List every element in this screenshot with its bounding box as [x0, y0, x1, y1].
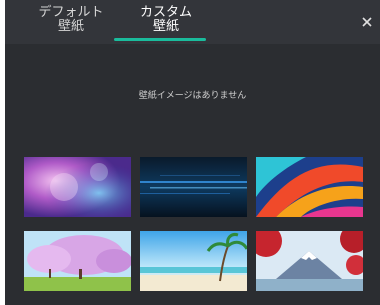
tab-default-wallpaper[interactable]: デフォルト 壁紙 — [29, 6, 113, 38]
streaks-image — [140, 157, 247, 217]
tab-custom-wallpaper[interactable]: カスタム 壁紙 — [117, 6, 215, 38]
wallpaper-thumb-cherry-blossom[interactable] — [24, 231, 131, 291]
mount-fuji-image — [256, 231, 363, 291]
tab-default-label-line1: デフォルト — [38, 5, 104, 20]
wallpaper-thumb-swirl[interactable] — [256, 157, 363, 217]
wallpaper-dialog: デフォルト 壁紙 カスタム 壁紙 壁紙イメージはありません — [5, 0, 380, 305]
wallpaper-thumb-beach[interactable] — [140, 231, 247, 291]
tab-custom-label-line1: カスタム — [139, 5, 192, 20]
tab-bar: デフォルト 壁紙 カスタム 壁紙 — [5, 0, 380, 44]
nebula-image — [24, 157, 131, 217]
close-icon — [362, 17, 372, 27]
close-button[interactable] — [360, 14, 374, 28]
tab-custom-label-line2: 壁紙 — [152, 19, 179, 34]
beach-image — [140, 231, 247, 291]
active-tab-indicator — [114, 38, 206, 41]
tab-default-label-line2: 壁紙 — [57, 19, 84, 34]
wallpaper-thumb-nebula[interactable] — [24, 157, 131, 217]
empty-message: 壁紙イメージはありません — [138, 91, 247, 101]
cherry-blossom-image — [24, 231, 131, 291]
wallpaper-thumb-streaks[interactable] — [140, 157, 247, 217]
swirl-image — [256, 157, 363, 217]
wallpaper-thumb-mount-fuji[interactable] — [256, 231, 363, 291]
